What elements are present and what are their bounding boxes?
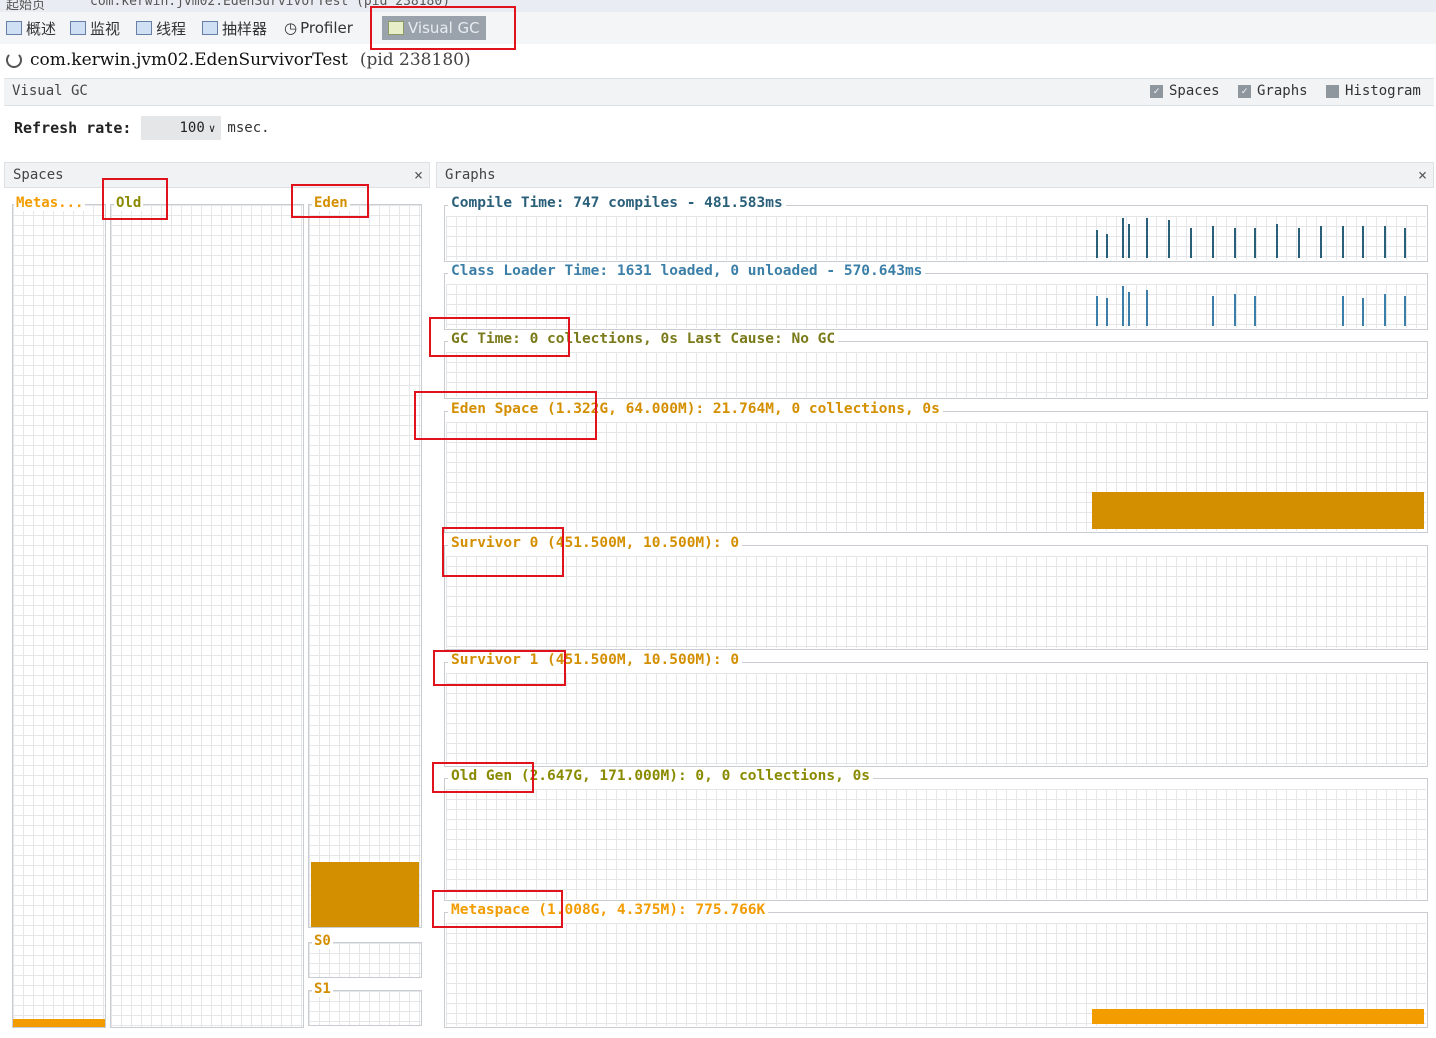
highlight-survivor1 (433, 650, 566, 686)
old-gen-graph (446, 789, 1426, 899)
sampler-icon (202, 21, 218, 35)
graphs-panel-header: Graphs × (436, 162, 1434, 188)
s0-label: S0 (312, 933, 333, 949)
classloader-activity-spike (1128, 292, 1130, 326)
compile-time-graph (446, 216, 1426, 260)
classloader-activity-spike (1212, 296, 1214, 326)
compile-activity-spike (1106, 234, 1108, 258)
checkmark-icon: ✓ (1238, 84, 1251, 98)
classloader-activity-spike (1106, 298, 1108, 326)
graphs-checkbox[interactable]: ✓ Graphs (1238, 83, 1308, 99)
histogram-checkbox[interactable]: Histogram (1326, 83, 1421, 99)
tab-toolbar: 概述 监视 线程 抽样器 ◷ Profiler Visual GC (0, 12, 1436, 44)
metaspace-usage-area (1092, 1008, 1424, 1024)
classloader-activity-spike (1122, 286, 1124, 326)
visual-gc-header: Visual GC ✓ Spaces ✓ Graphs Histogram (4, 78, 1434, 106)
profiler-icon: ◷ (284, 19, 298, 37)
compile-activity-spike (1168, 220, 1170, 258)
highlight-gc-time (429, 317, 570, 357)
compile-activity-spike (1298, 228, 1300, 258)
refresh-rate-select[interactable]: 100 ∨ (141, 116, 222, 140)
tab-profiler[interactable]: ◷ Profiler (284, 16, 353, 40)
survivor1-graph (446, 673, 1426, 765)
classloader-activity-spike (1362, 298, 1364, 326)
class-loader-title: Class Loader Time: 1631 loaded, 0 unload… (448, 263, 926, 279)
compile-activity-spike (1234, 228, 1236, 258)
monitor-icon (70, 21, 86, 35)
highlight-visual-gc-tab (370, 6, 516, 50)
classloader-activity-spike (1254, 296, 1256, 326)
tab-sampler[interactable]: 抽样器 (202, 16, 267, 40)
unchecked-box-icon (1326, 84, 1339, 98)
close-icon[interactable]: × (1418, 166, 1427, 184)
compile-activity-spike (1404, 228, 1406, 258)
classloader-activity-spike (1342, 296, 1344, 326)
class-loader-graph (446, 284, 1426, 328)
classloader-activity-spike (1234, 294, 1236, 326)
loading-icon (6, 52, 22, 68)
eden-usage-area (1092, 491, 1424, 529)
compile-activity-spike (1096, 230, 1098, 258)
highlight-eden-space (414, 391, 597, 440)
classloader-activity-spike (1146, 290, 1148, 326)
metaspace-graph (446, 923, 1426, 1026)
compile-time-title: Compile Time: 747 compiles - 481.583ms (448, 195, 786, 211)
refresh-rate: Refresh rate: 100 ∨ msec. (14, 116, 270, 140)
compile-activity-spike (1320, 226, 1322, 258)
eden-fill (311, 862, 419, 927)
compile-activity-spike (1146, 218, 1148, 258)
compile-activity-spike (1342, 226, 1344, 258)
highlight-old-gen (432, 762, 534, 793)
chevron-down-icon: ∨ (208, 121, 216, 135)
classloader-activity-spike (1384, 294, 1386, 326)
survivor0-graph (446, 556, 1426, 648)
highlight-survivor0 (442, 527, 564, 577)
highlight-old (102, 178, 168, 220)
tab-monitor[interactable]: 监视 (70, 16, 120, 40)
close-icon[interactable]: × (414, 166, 423, 184)
overview-icon (6, 21, 22, 35)
page-title: com.kerwin.jvm02.EdenSurvivorTest (pid 2… (6, 50, 471, 70)
compile-activity-spike (1190, 228, 1192, 258)
compile-activity-spike (1276, 224, 1278, 258)
metaspace-fill (13, 1018, 105, 1027)
classloader-activity-spike (1404, 296, 1406, 326)
threads-icon (136, 21, 152, 35)
compile-activity-spike (1128, 224, 1130, 258)
classloader-activity-spike (1096, 296, 1098, 326)
compile-activity-spike (1212, 226, 1214, 258)
s1-label: S1 (312, 981, 333, 997)
tab-threads[interactable]: 线程 (136, 16, 186, 40)
metaspace-label: Metas... (14, 195, 86, 211)
compile-activity-spike (1122, 218, 1124, 258)
old-space (110, 204, 304, 1028)
checkmark-icon: ✓ (1150, 84, 1163, 98)
highlight-eden (291, 184, 369, 218)
spaces-checkbox[interactable]: ✓ Spaces (1150, 83, 1220, 99)
compile-activity-spike (1384, 226, 1386, 258)
metaspace-space (12, 204, 106, 1028)
compile-activity-spike (1254, 228, 1256, 258)
highlight-metaspace (432, 890, 563, 928)
eden-space (308, 204, 422, 928)
compile-activity-spike (1362, 226, 1364, 258)
tab-overview[interactable]: 概述 (6, 16, 56, 40)
